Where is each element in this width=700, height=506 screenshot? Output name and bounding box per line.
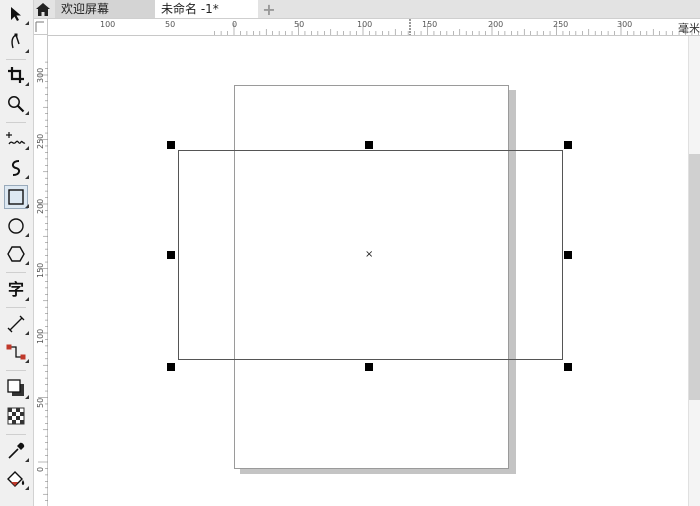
node-edit-icon	[11, 33, 20, 49]
artistic-curve-icon	[11, 160, 21, 176]
selection-handle-bottom-right[interactable]	[564, 363, 572, 371]
ruler-label: 100	[36, 328, 45, 344]
toolbox-separator	[6, 370, 26, 371]
flyout-indicator	[25, 458, 29, 462]
text-icon: 字	[7, 280, 24, 299]
drop-shadow-tool-button[interactable]	[5, 377, 29, 399]
ruler-label: 300	[617, 20, 633, 29]
tab-untitled-document[interactable]: 未命名 -1*	[155, 0, 258, 18]
selection-handle-top-left[interactable]	[167, 141, 175, 149]
ruler-label: 0	[232, 20, 238, 29]
text-tool-button[interactable]: 字	[5, 279, 29, 301]
ruler-label: 250	[553, 20, 569, 29]
ruler-label: 150	[422, 20, 438, 29]
ellipse-tool-button[interactable]	[5, 215, 29, 237]
ruler-label: 200	[488, 20, 504, 29]
flyout-indicator	[25, 297, 29, 301]
flyout-indicator	[25, 204, 29, 208]
interactive-fill-tool-button[interactable]	[5, 468, 29, 490]
crop-tool-button[interactable]	[5, 64, 29, 86]
flyout-indicator	[25, 233, 29, 237]
ruler-origin-corner[interactable]	[34, 19, 48, 35]
toolbox-separator	[6, 122, 26, 123]
ruler-label: 300	[36, 67, 45, 83]
rectangle-tool-button[interactable]	[4, 185, 29, 209]
drop-shadow-icon	[7, 379, 24, 396]
freehand-tool-button[interactable]	[5, 128, 29, 150]
flyout-indicator	[25, 395, 29, 399]
flyout-indicator	[25, 261, 29, 265]
selection-handle-top-center[interactable]	[365, 141, 373, 149]
drawing-canvas[interactable]: ×	[48, 36, 688, 506]
flyout-indicator	[25, 175, 29, 179]
flyout-indicator	[25, 21, 29, 25]
toolbox-separator	[6, 272, 26, 273]
ruler-unit-label: 毫米	[678, 22, 700, 35]
toolbox: 字	[0, 0, 34, 506]
selection-handle-bottom-center[interactable]	[365, 363, 373, 371]
vertical-ruler[interactable]: 300 250 200 150 100 50 0	[34, 35, 48, 506]
hexagon-icon	[7, 246, 25, 262]
crop-icon	[8, 67, 24, 83]
toolbox-separator	[6, 307, 26, 308]
new-tab-button[interactable]: +	[260, 0, 278, 19]
ruler-label: 50	[294, 20, 305, 29]
rectangle-icon	[8, 189, 24, 205]
horizontal-ruler[interactable]: 100 50 0 50 100 150 200 250 300 毫米	[48, 19, 700, 36]
shape-tool-button[interactable]	[5, 31, 29, 53]
artistic-media-tool-button[interactable]	[5, 157, 29, 179]
rotation-center-marker[interactable]: ×	[365, 250, 373, 260]
flyout-indicator	[25, 359, 29, 363]
vertical-scrollbar-thumb[interactable]	[689, 154, 700, 400]
arrow-cursor-icon	[11, 7, 21, 21]
ruler-label: 0	[36, 466, 45, 472]
app-window: 欢迎屏幕 未命名 -1* + 字 100 50 0 50 100 150 200…	[0, 0, 700, 506]
connector-tool-button[interactable]	[5, 341, 29, 363]
transparency-tool-button[interactable]	[5, 405, 27, 427]
magnifier-icon	[8, 96, 25, 113]
tab-welcome-screen[interactable]: 欢迎屏幕	[55, 0, 155, 18]
ruler-origin-icon	[35, 21, 44, 32]
selection-handle-top-right[interactable]	[564, 141, 572, 149]
checkerboard-icon	[7, 407, 25, 425]
selection-handle-middle-right[interactable]	[564, 251, 572, 259]
dimension-line-icon	[7, 315, 25, 333]
ellipse-icon	[8, 218, 24, 234]
flyout-indicator	[25, 111, 29, 115]
toolbox-separator	[6, 59, 26, 60]
tab-label: 未命名 -1*	[161, 2, 219, 16]
eyedropper-icon	[8, 442, 25, 459]
toolbox-separator	[6, 434, 26, 435]
ruler-label: 100	[100, 20, 116, 29]
freehand-icon	[6, 132, 26, 145]
flyout-indicator	[25, 146, 29, 150]
ruler-label: 50	[165, 20, 176, 29]
connector-icon	[6, 344, 26, 360]
horizontal-ruler-ticks	[214, 19, 699, 35]
ruler-label: 150	[36, 262, 45, 278]
polygon-tool-button[interactable]	[5, 243, 29, 265]
ruler-label: 200	[36, 198, 45, 214]
document-tab-bar: 欢迎屏幕 未命名 -1* +	[0, 0, 700, 19]
flyout-indicator	[25, 82, 29, 86]
home-button[interactable]	[33, 0, 53, 18]
plus-icon: +	[262, 0, 276, 19]
vertical-scrollbar[interactable]	[688, 36, 700, 506]
ruler-label: 250	[36, 133, 45, 149]
eyedropper-tool-button[interactable]	[5, 440, 29, 462]
flyout-indicator	[25, 49, 29, 53]
selection-handle-middle-left[interactable]	[167, 251, 175, 259]
home-icon	[36, 2, 50, 16]
ruler-label: 100	[357, 20, 373, 29]
ruler-label: 50	[36, 397, 45, 408]
pick-tool-button[interactable]	[5, 3, 29, 25]
paint-bucket-icon	[7, 471, 25, 487]
flyout-indicator	[25, 486, 29, 490]
zoom-tool-button[interactable]	[5, 93, 29, 115]
tab-label: 欢迎屏幕	[61, 2, 110, 16]
parallel-dimension-tool-button[interactable]	[5, 313, 29, 335]
flyout-indicator	[25, 331, 29, 335]
selection-handle-bottom-left[interactable]	[167, 363, 175, 371]
